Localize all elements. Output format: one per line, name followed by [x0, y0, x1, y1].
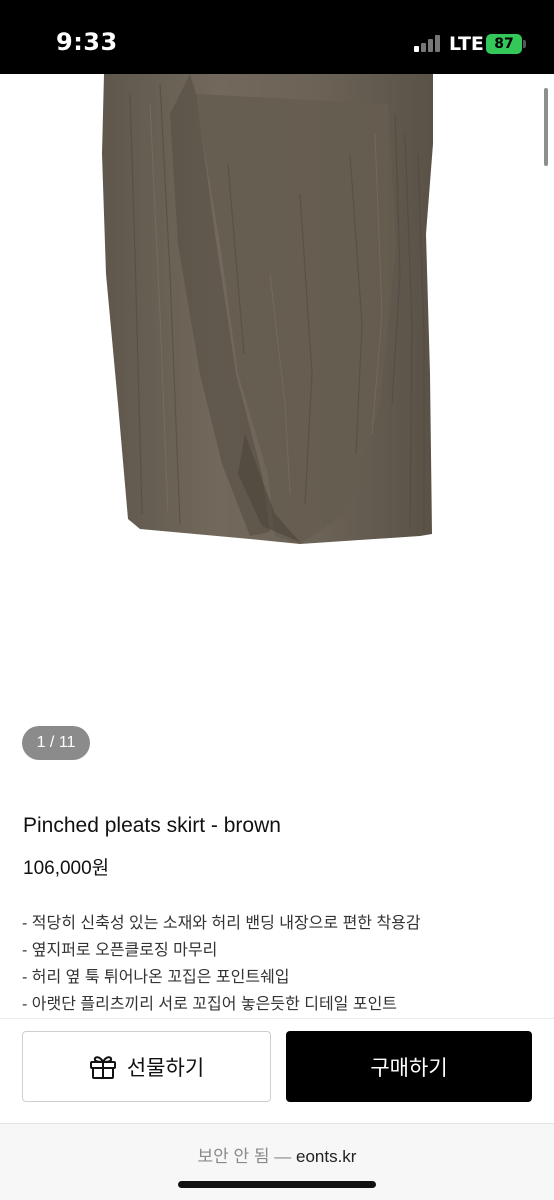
gift-button[interactable]: 선물하기: [22, 1031, 271, 1102]
status-time: 9:33: [56, 28, 118, 56]
home-indicator[interactable]: [178, 1181, 376, 1188]
scrollbar[interactable]: [544, 88, 548, 166]
divider: [0, 1018, 554, 1019]
product-title: Pinched pleats skirt - brown: [23, 814, 281, 837]
url-domain: eonts.kr: [295, 1147, 357, 1166]
description-line: - 아랫단 플리츠끼리 서로 꼬집어 놓은듯한 디테일 포인트: [22, 996, 398, 1013]
status-bar: 9:33 LTE 87: [0, 0, 554, 74]
security-warning: 보안 안 됨 —: [197, 1147, 292, 1166]
description-line: - 적당히 신축성 있는 소재와 허리 밴딩 내장으로 편한 착용감: [22, 915, 421, 932]
product-price: 106,000원: [23, 858, 110, 879]
description-line: - 옆지퍼로 오픈클로징 마무리: [22, 942, 218, 959]
network-type: LTE: [449, 33, 484, 55]
buy-button-label: 구매하기: [370, 1056, 448, 1080]
skirt-image: [102, 74, 433, 544]
description-line: - 허리 옆 툭 튀어나온 꼬집은 포인트쉐입: [22, 969, 290, 986]
cellular-signal-icon: [414, 34, 442, 52]
gift-button-label: 선물하기: [126, 1056, 205, 1080]
battery-level: 87: [494, 36, 514, 52]
browser-address-bar[interactable]: 보안 안 됨 — eonts.kr: [0, 1123, 554, 1200]
image-counter-badge: 1 / 11: [22, 726, 90, 760]
buy-button[interactable]: 구매하기: [286, 1031, 532, 1102]
battery-tip: [523, 40, 526, 48]
product-image-carousel[interactable]: [0, 74, 554, 714]
gift-icon: [89, 1055, 116, 1079]
battery-icon: 87: [486, 34, 522, 54]
product-description: - 적당히 신축성 있는 소재와 허리 밴딩 내장으로 편한 착용감 - 옆지퍼…: [22, 913, 421, 1021]
url-display[interactable]: 보안 안 됨 — eonts.kr: [0, 1142, 554, 1167]
